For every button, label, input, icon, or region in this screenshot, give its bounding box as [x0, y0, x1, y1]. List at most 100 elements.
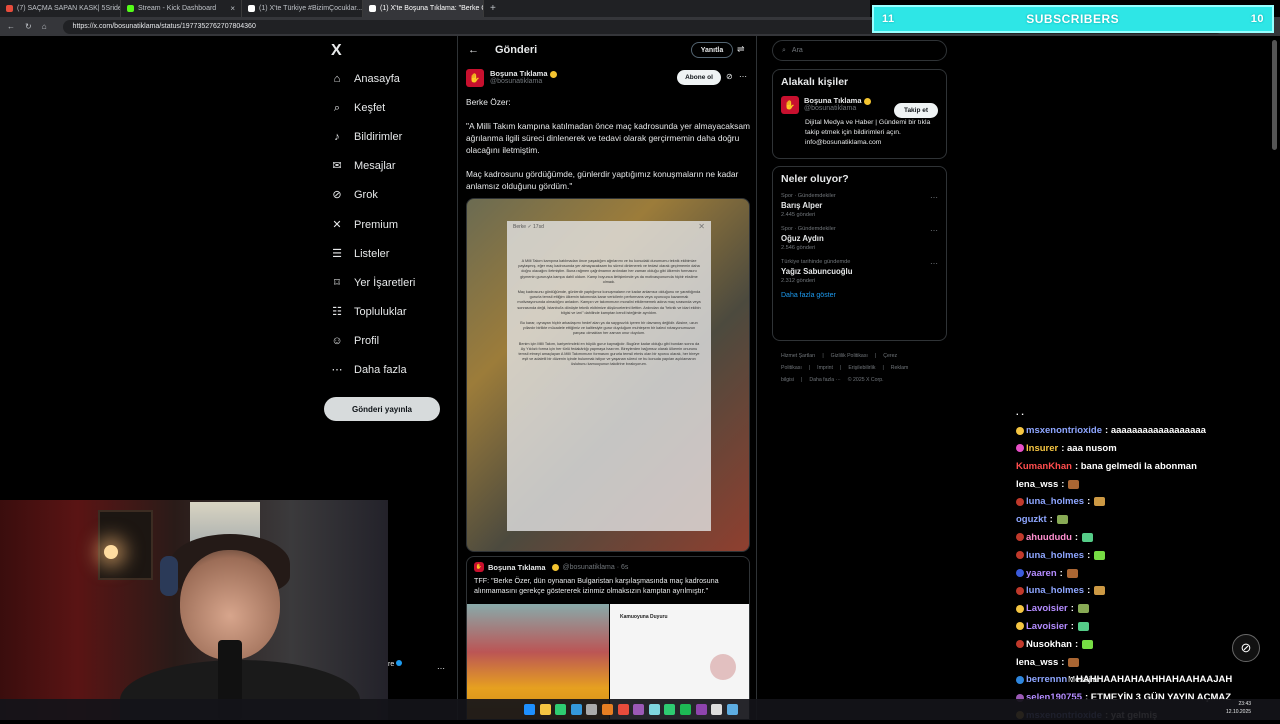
nav-item-label: Premium: [354, 218, 399, 231]
taskbar-app-icon[interactable]: [695, 704, 707, 715]
footer-link[interactable]: © 2025 X Corp.: [848, 377, 884, 383]
trend-more-icon[interactable]: ⋯: [930, 193, 938, 202]
footer-link[interactable]: Imprint: [817, 365, 833, 371]
follow-button[interactable]: Takip et: [894, 103, 938, 118]
nav-item-yer-i-şaretleri[interactable]: ⌑ Yer İşaretleri: [320, 268, 450, 297]
back-icon[interactable]: ←: [7, 22, 15, 31]
main-column: ← Gönderi Yanıtla ⇌ ✋ Boşuna Tıklama @bo…: [457, 36, 757, 720]
author-name[interactable]: Boşuna Tıklama: [490, 69, 548, 78]
nav-item-profil[interactable]: ☺ Profil: [320, 327, 450, 356]
chat-username[interactable]: ahuududu: [1026, 532, 1072, 543]
taskbar-app-icon[interactable]: [680, 704, 691, 715]
tweet-author[interactable]: ✋ Boşuna Tıklama @bosunatiklama: [466, 69, 557, 87]
taskbar-app-icon[interactable]: [524, 704, 535, 715]
chat-message: Lavoisier:: [1016, 618, 1276, 636]
sidebar-profile[interactable]: re: [388, 660, 403, 668]
footer-link[interactable]: Gizlilik Politikası: [831, 353, 868, 359]
taskbar-app-icon[interactable]: [633, 704, 645, 715]
reload-icon[interactable]: ↻: [25, 22, 32, 31]
tab-close-icon[interactable]: ×: [230, 4, 235, 13]
nav-item-grok[interactable]: ⊘ Grok: [320, 181, 450, 210]
related-handle[interactable]: @bosunatiklama: [804, 105, 871, 112]
nav-item-listeler[interactable]: ☰ Listeler: [320, 239, 450, 268]
chat-username[interactable]: luna_holmes: [1026, 550, 1084, 561]
author-avatar[interactable]: ✋: [466, 69, 484, 87]
x-logo[interactable]: X: [320, 38, 450, 64]
chat-badge-icon: [1016, 640, 1024, 649]
browser-tab[interactable]: Stream - Kick Dashboard ×: [121, 0, 242, 17]
chat-username[interactable]: msxenontrioxide: [1026, 425, 1102, 436]
related-people-card: Alakalı kişiler ✋ Boşuna Tıklama @bosuna…: [772, 69, 947, 159]
chat-username[interactable]: . .: [1016, 407, 1024, 418]
nav-item-keşfet[interactable]: ⌕ Keşfet: [320, 93, 450, 122]
new-tab-icon[interactable]: +: [490, 3, 496, 14]
back-arrow-icon[interactable]: ←: [468, 44, 479, 56]
footer-link[interactable]: Erişilebilirlik: [848, 365, 875, 371]
nav-item-mesajlar[interactable]: ✉ Mesajlar: [320, 152, 450, 181]
chat-username[interactable]: Lavoisier: [1026, 621, 1068, 632]
x-premium-icon: ✕: [332, 218, 342, 231]
trend-item[interactable]: Spor · Gündemdekiler Barış Alper 2.445 gön…: [781, 193, 938, 218]
author-handle[interactable]: @bosunatiklama: [490, 78, 557, 85]
nav-item-topluluklar[interactable]: ☷ Topluluklar: [320, 298, 450, 327]
chat-username[interactable]: KumanKhan: [1016, 461, 1072, 472]
trend-item[interactable]: Türkiye tarihinde gündemde Yağız Sabuncuo…: [781, 259, 938, 284]
trend-more-icon[interactable]: ⋯: [930, 226, 938, 235]
related-bio: Dijital Medya ve Haber | Gündemi bir tık…: [805, 119, 931, 146]
chat-username[interactable]: Nusokhan: [1026, 639, 1072, 650]
reply-button[interactable]: Yanıtla: [691, 42, 733, 58]
taskbar-app-icon[interactable]: [664, 704, 676, 715]
footer-link[interactable]: Daha fazla ···: [809, 377, 840, 383]
chat-username[interactable]: berrennn: [1026, 674, 1067, 685]
grok-icon[interactable]: ⊘: [726, 72, 733, 81]
sliders-icon[interactable]: ⇌: [737, 44, 745, 55]
taskbar-app-icon[interactable]: [617, 704, 629, 715]
chat-username[interactable]: lena_wss: [1016, 479, 1058, 490]
search-input[interactable]: ⌕ Ara: [772, 40, 947, 61]
tweet-image[interactable]: Berke ✓ 17sd ✕ A Milli Takım kampına kat…: [466, 198, 750, 552]
trend-more-icon[interactable]: ⋯: [930, 259, 938, 268]
browser-tab[interactable]: (1) X'te Türkiye #BizimÇocuklar...×: [242, 0, 363, 17]
chat-text: :: [1049, 514, 1053, 526]
taskbar-app-icon[interactable]: [539, 704, 551, 715]
search-placeholder: Ara: [791, 47, 803, 54]
home-icon[interactable]: ⌂: [42, 22, 47, 31]
subscribe-button[interactable]: Abone ol: [677, 70, 721, 85]
chat-username[interactable]: oguzkt: [1016, 514, 1047, 525]
taskbar-app-icon[interactable]: [711, 704, 723, 715]
footer-link[interactable]: Hizmet Şartları: [781, 353, 815, 359]
chat-message: luna_holmes:: [1016, 582, 1276, 600]
taskbar-app-icon[interactable]: [555, 704, 567, 715]
tff-logo-icon: [710, 654, 736, 680]
nav-item-premium[interactable]: ✕ Premium: [320, 210, 450, 239]
related-name[interactable]: Boşuna Tıklama: [804, 96, 862, 105]
nav-item-anasayfa[interactable]: ⌂ Anasayfa: [320, 64, 450, 93]
taskbar-app-icon[interactable]: [648, 704, 660, 715]
messages-tray[interactable]: Mesajlar: [1068, 674, 1100, 684]
chat-username[interactable]: yaaren: [1026, 568, 1057, 579]
browser-tab[interactable]: (7) SAÇMA SAPAN KASK| 5Sriden...×: [0, 0, 121, 17]
taskbar-app-icon[interactable]: [586, 704, 598, 715]
chat-username[interactable]: luna_holmes: [1026, 585, 1084, 596]
nav-item-daha-fazla[interactable]: ⋯ Daha fazla: [320, 356, 450, 385]
scrollbar[interactable]: [1272, 40, 1277, 150]
chat-username[interactable]: Insurer: [1026, 443, 1058, 454]
quoted-tweet[interactable]: ✋ Boşuna Tıklama @bosunatiklama · 6s TFF…: [466, 556, 750, 720]
chat-username[interactable]: Lavoisier: [1026, 603, 1068, 614]
taskbar-app-icon[interactable]: [602, 704, 613, 715]
trend-item[interactable]: Spor · Gündemdekiler Oğuz Aydın 2.546 gönd…: [781, 226, 938, 251]
post-button[interactable]: Gönderi yayınla: [324, 397, 440, 421]
show-more-link[interactable]: Daha fazla göster: [781, 292, 938, 299]
taskbar-app-icon[interactable]: [726, 704, 738, 715]
more-icon[interactable]: ⋯: [739, 72, 747, 81]
nav-item-bildirimler[interactable]: ♪ Bildirimler: [320, 122, 450, 151]
chat-username[interactable]: luna_holmes: [1026, 496, 1084, 507]
browser-tab[interactable]: (1) X'te Boşuna Tıklama: "Berke Ö...×: [363, 0, 484, 17]
chat-username[interactable]: lena_wss: [1016, 657, 1058, 668]
search-icon: ⌕: [782, 46, 786, 54]
profile-more-icon[interactable]: ⋯: [437, 664, 445, 673]
related-avatar[interactable]: ✋: [781, 96, 799, 114]
taskbar-app-icon[interactable]: [570, 704, 582, 715]
bookmark-icon: ⌑: [334, 276, 340, 289]
system-clock[interactable]: 23:43 12.10.2025: [1226, 700, 1251, 716]
